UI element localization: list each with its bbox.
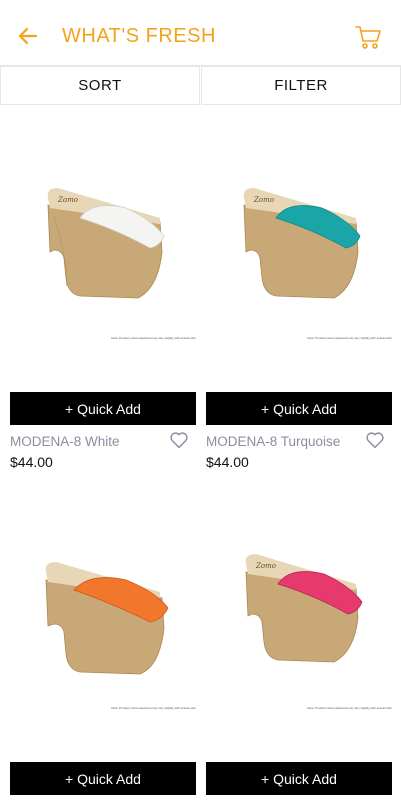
quick-add-button[interactable]: + Quick Add bbox=[10, 762, 196, 795]
disclaimer-text: Note: Product colors depicted may vary s… bbox=[307, 336, 392, 340]
quick-add-button[interactable]: + Quick Add bbox=[206, 762, 392, 795]
svg-text:Zomo: Zomo bbox=[253, 196, 274, 204]
product-image[interactable]: Zomo bbox=[206, 480, 392, 740]
page-title: WHAT'S FRESH bbox=[62, 25, 216, 47]
product-price: $44.00 bbox=[10, 454, 53, 470]
quick-add-button[interactable]: + Quick Add bbox=[10, 392, 196, 425]
heart-icon[interactable] bbox=[364, 429, 386, 451]
cart-icon[interactable] bbox=[354, 24, 382, 50]
product-name[interactable]: MODENA-8 Turquoise bbox=[206, 434, 340, 449]
arrow-left-icon[interactable] bbox=[16, 24, 40, 48]
product-price: $44.00 bbox=[206, 454, 249, 470]
svg-text:Zomo: Zomo bbox=[255, 562, 276, 570]
disclaimer-text: Note: Product colors depicted may vary s… bbox=[111, 706, 196, 710]
app-header: WHAT'S FRESH bbox=[0, 0, 401, 66]
disclaimer-text: Note: Product colors depicted may vary s… bbox=[111, 336, 196, 340]
disclaimer-text: Note: Product colors depicted may vary s… bbox=[307, 706, 392, 710]
product-image[interactable] bbox=[10, 480, 196, 740]
filter-button[interactable]: FILTER bbox=[201, 66, 401, 105]
product-image[interactable]: Zomo bbox=[10, 110, 196, 370]
heart-icon[interactable] bbox=[168, 429, 190, 451]
sort-button[interactable]: SORT bbox=[0, 66, 200, 105]
quick-add-button[interactable]: + Quick Add bbox=[206, 392, 392, 425]
svg-text:Zomo: Zomo bbox=[57, 196, 78, 204]
product-image[interactable]: Zomo bbox=[206, 110, 392, 370]
product-name[interactable]: MODENA-8 White bbox=[10, 434, 120, 449]
sort-filter-bar: SORT FILTER bbox=[0, 66, 401, 105]
